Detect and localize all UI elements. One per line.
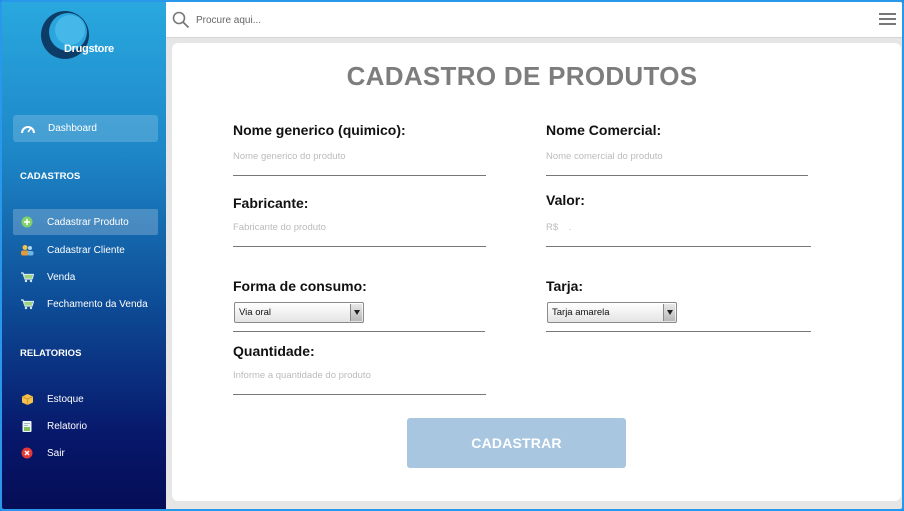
fabricante-label: Fabricante:	[233, 195, 309, 211]
search-input[interactable]	[196, 11, 796, 29]
page-title: CADASTRO DE PRODUTOS	[346, 61, 698, 91]
tarja-selected: Tarja amarela	[552, 307, 610, 318]
chevron-down-icon[interactable]	[350, 304, 362, 321]
quantidade-input[interactable]	[233, 367, 485, 383]
nome-generico-underline	[233, 175, 486, 176]
section-title-relatorios: RELATORIOS	[20, 348, 82, 359]
sidebar-item-label: Dashboard	[48, 123, 97, 134]
sidebar-item-relatorio[interactable]: Relatorio	[13, 413, 158, 439]
quantidade-underline	[233, 394, 486, 395]
tarja-label: Tarja:	[546, 278, 584, 294]
nome-generico-label: Nome generico (quimico):	[233, 122, 406, 138]
cart-check-icon	[20, 297, 34, 311]
sidebar-item-venda[interactable]: Venda	[13, 264, 158, 290]
search-icon[interactable]	[172, 11, 190, 29]
forma-consumo-selected: Via oral	[239, 307, 272, 318]
sidebar-item-cadastrar-cliente[interactable]: Cadastrar Cliente	[13, 237, 158, 263]
drugstore-logo[interactable]: Drugstore	[38, 8, 128, 62]
report-icon	[20, 419, 34, 433]
nome-comercial-label: Nome Comercial:	[546, 122, 662, 138]
cadastrar-button[interactable]: CADASTRAR	[407, 418, 626, 468]
box-icon	[20, 392, 34, 406]
forma-consumo-underline	[233, 331, 485, 332]
close-circle-icon	[20, 446, 34, 460]
forma-consumo-label: Forma de consumo:	[233, 278, 367, 294]
nome-comercial-input[interactable]	[546, 148, 808, 164]
nome-generico-input[interactable]	[233, 148, 485, 164]
users-icon	[20, 243, 34, 257]
sidebar-item-dashboard[interactable]: Dashboard	[13, 115, 158, 142]
sidebar-item-cadastrar-produto[interactable]: Cadastrar Produto	[13, 209, 158, 235]
tarja-select[interactable]: Tarja amarela	[547, 302, 677, 323]
sidebar-item-label: Venda	[47, 271, 76, 283]
gauge-icon	[21, 122, 35, 136]
cart-icon	[20, 270, 34, 284]
fabricante-input[interactable]	[233, 219, 485, 235]
top-bar	[166, 2, 902, 38]
sidebar-item-label: Relatorio	[47, 420, 88, 432]
sidebar-item-label: Sair	[47, 447, 65, 459]
sidebar-item-label: Cadastrar Cliente	[47, 244, 125, 256]
sidebar: Drugstore Dashboard CADASTROS Cadastrar …	[2, 2, 166, 509]
valor-label: Valor:	[546, 192, 585, 208]
valor-input[interactable]	[546, 219, 811, 235]
valor-underline	[546, 246, 811, 247]
fabricante-underline	[233, 246, 486, 247]
sidebar-item-sair[interactable]: Sair	[13, 440, 158, 466]
logo-text: Drugstore	[64, 43, 114, 55]
section-title-cadastros: CADASTROS	[20, 171, 81, 182]
sidebar-item-label: Fechamento da Venda	[47, 298, 148, 310]
sidebar-item-estoque[interactable]: Estoque	[13, 386, 158, 412]
nome-comercial-underline	[546, 175, 808, 176]
sidebar-item-label: Cadastrar Produto	[47, 216, 129, 228]
quantidade-label: Quantidade:	[233, 343, 315, 359]
forma-consumo-select[interactable]: Via oral	[234, 302, 364, 323]
app-window: Drugstore Dashboard CADASTROS Cadastrar …	[0, 0, 904, 511]
sidebar-item-fechamento-venda[interactable]: Fechamento da Venda	[13, 291, 158, 317]
plus-circle-icon	[20, 215, 34, 229]
hamburger-menu-icon[interactable]	[879, 13, 896, 26]
tarja-underline	[546, 331, 811, 332]
chevron-down-icon[interactable]	[663, 304, 675, 321]
product-form-card: CADASTRO DE PRODUTOS Nome generico (quim…	[172, 43, 901, 501]
sidebar-item-label: Estoque	[47, 393, 84, 405]
